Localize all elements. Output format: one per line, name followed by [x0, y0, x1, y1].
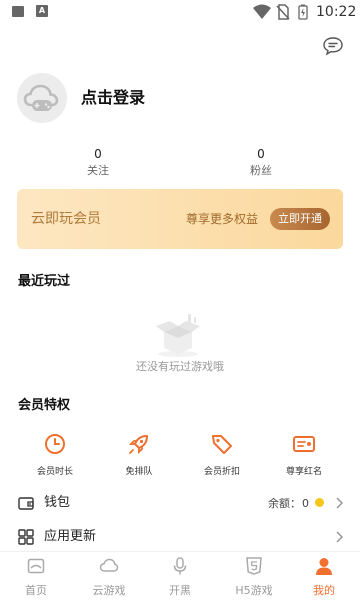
app-update-row[interactable]: 应用更新: [0, 522, 360, 552]
perk-label: 尊享红名: [285, 467, 322, 477]
nav-label: H5游戏: [235, 584, 273, 597]
user-icon: [316, 558, 332, 575]
wifi-icon: [253, 4, 271, 19]
following-label: 关注: [87, 164, 109, 177]
chat-bubble-icon[interactable]: [322, 36, 344, 56]
nav-home[interactable]: 首页: [6, 556, 66, 597]
battery-icon: [298, 4, 308, 20]
perk-label: 免排队: [125, 467, 153, 477]
nav-h5-game[interactable]: H5游戏: [224, 556, 284, 597]
nav-label: 我的: [313, 584, 335, 597]
grid-icon: [18, 529, 34, 545]
wallet-label: 钱包: [44, 495, 71, 510]
microphone-icon: [173, 557, 187, 575]
font-icon: A: [36, 5, 48, 17]
avatar[interactable]: [17, 73, 67, 123]
perk-member-discount[interactable]: 会员折扣: [187, 432, 257, 478]
id-card-icon: [293, 436, 315, 452]
price-tag-icon: [212, 435, 232, 454]
bottom-nav: 首页 云游戏 开黑 H5游戏 我的: [0, 551, 360, 600]
vip-open-button[interactable]: 立即开通: [270, 208, 330, 230]
cloud-gamepad-icon: [23, 84, 59, 111]
no-sim-icon: [276, 4, 290, 20]
empty-message: 还没有玩过游戏哦: [136, 360, 224, 373]
empty-box-icon: [156, 314, 200, 357]
login-link[interactable]: 点击登录: [81, 88, 145, 108]
recent-title: 最近玩过: [18, 274, 71, 289]
image-icon: [12, 6, 24, 17]
perk-no-queue[interactable]: 免排队: [104, 432, 174, 478]
chevron-right-icon: [336, 531, 344, 543]
wallet-row[interactable]: 钱包 余额： 0: [0, 488, 360, 518]
nav-label: 开黑: [169, 584, 191, 597]
perks-title: 会员特权: [18, 398, 71, 413]
following-count: 0: [94, 147, 102, 161]
status-time: 10:22: [316, 4, 357, 20]
fans-label: 粉丝: [250, 164, 272, 177]
balance-value: 0: [302, 497, 309, 510]
cloud-icon: [99, 558, 119, 572]
fans-stat[interactable]: 0 粉丝: [221, 147, 301, 178]
app-update-label: 应用更新: [44, 529, 97, 544]
nav-voice-chat[interactable]: 开黑: [150, 556, 210, 597]
perk-member-duration[interactable]: 会员时长: [20, 432, 90, 478]
following-stat[interactable]: 0 关注: [58, 147, 138, 178]
clock-icon: [45, 434, 65, 454]
nav-label: 云游戏: [92, 584, 126, 597]
wallet-icon: [18, 497, 34, 510]
vip-description: 尊享更多权益: [186, 212, 259, 226]
vip-title: 云即玩会员: [31, 211, 101, 227]
fans-count: 0: [257, 147, 265, 161]
chevron-right-icon: [336, 497, 344, 509]
perk-label: 会员时长: [36, 467, 73, 477]
vip-banner[interactable]: 云即玩会员 尊享更多权益 立即开通: [17, 189, 343, 249]
rocket-icon: [128, 435, 148, 455]
nav-cloud-game[interactable]: 云游戏: [79, 556, 139, 597]
nav-label: 首页: [25, 584, 47, 597]
status-bar: A 10:22: [0, 0, 360, 24]
coin-icon: [315, 498, 324, 507]
perk-red-name[interactable]: 尊享红名: [269, 432, 339, 478]
balance-label: 余额：: [268, 497, 301, 510]
perk-label: 会员折扣: [203, 467, 240, 477]
home-icon: [27, 558, 45, 574]
nav-mine[interactable]: 我的: [294, 556, 354, 597]
h5-icon: [246, 557, 262, 575]
